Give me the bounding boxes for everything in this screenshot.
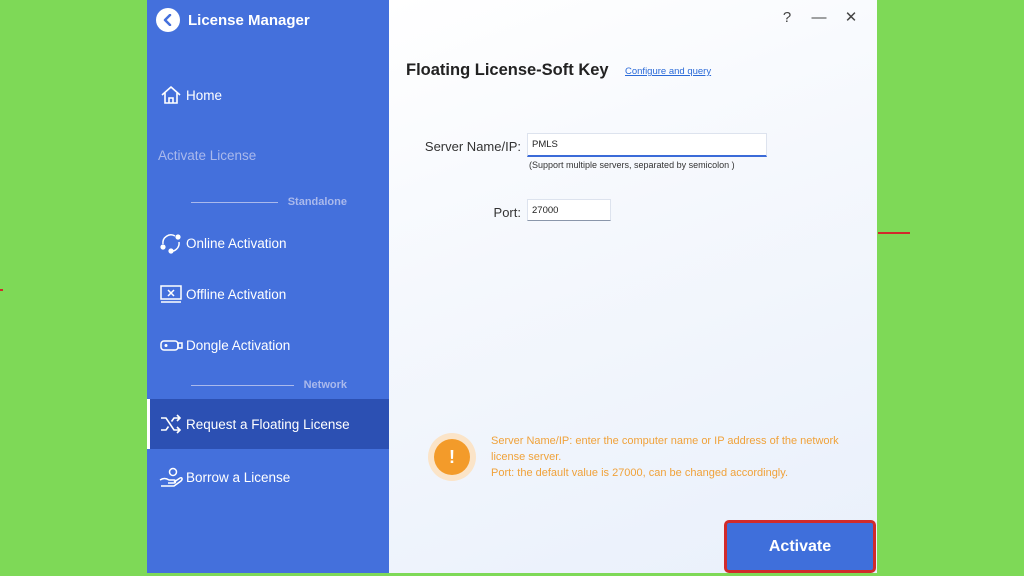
app-title: License Manager	[188, 11, 310, 29]
shuffle-icon	[157, 412, 185, 436]
chevron-left-icon	[163, 14, 172, 26]
port-label: Port:	[493, 205, 521, 220]
sidebar-item-borrow-license[interactable]: Borrow a License	[147, 452, 389, 502]
sidebar-item-dongle-activation[interactable]: Dongle Activation	[147, 320, 389, 370]
sidebar-item-label: Offline Activation	[186, 286, 287, 302]
sidebar-item-label: Request a Floating License	[186, 416, 350, 432]
main-panel: ? — ✕ Floating License-Soft Key Configur…	[389, 0, 877, 573]
sidebar-item-label: Online Activation	[186, 235, 287, 251]
section-label-network: Network	[191, 377, 347, 393]
sidebar-item-label: Dongle Activation	[186, 337, 291, 353]
divider	[191, 201, 278, 203]
port-input[interactable]	[527, 199, 611, 221]
divider	[191, 384, 294, 386]
sidebar-item-label: Home	[186, 87, 223, 103]
server-hint: (Support multiple servers, separated by …	[529, 160, 735, 170]
section-label-text: Network	[303, 379, 347, 391]
sidebar-item-label: Borrow a License	[186, 469, 291, 485]
warning-icon-glyph: !	[434, 439, 470, 475]
annotation-mark-left	[0, 289, 3, 291]
sidebar: License Manager Home Activate License St…	[147, 0, 389, 573]
back-button[interactable]	[156, 8, 180, 32]
section-label-text: Standalone	[287, 196, 347, 208]
license-manager-window: License Manager Home Activate License St…	[147, 0, 877, 573]
help-button[interactable]: ?	[771, 6, 803, 28]
warning-icon: !	[428, 433, 476, 481]
activate-button[interactable]: Activate	[724, 520, 876, 573]
sidebar-item-request-floating-license[interactable]: Request a Floating License	[147, 399, 389, 449]
configure-and-query-link[interactable]: Configure and query	[625, 66, 711, 77]
home-icon	[157, 83, 185, 107]
section-label-standalone: Standalone	[191, 194, 347, 210]
sidebar-item-online-activation[interactable]: Online Activation	[147, 218, 389, 268]
sidebar-item-activate-license: Activate License	[147, 130, 389, 180]
annotation-mark-right	[878, 232, 910, 234]
usb-dongle-icon	[157, 333, 185, 357]
sidebar-item-home[interactable]: Home	[147, 70, 389, 120]
app-header: License Manager	[156, 7, 310, 33]
info-line-port: Port: the default value is 27000, can be…	[491, 467, 788, 479]
page-title: Floating License-Soft Key	[406, 61, 609, 79]
close-button[interactable]: ✕	[835, 6, 867, 28]
network-nodes-icon	[157, 231, 185, 255]
server-name-label: Server Name/IP:	[424, 139, 521, 154]
sidebar-item-offline-activation[interactable]: Offline Activation	[147, 269, 389, 319]
window-controls: ? — ✕	[771, 6, 867, 28]
info-line-server: Server Name/IP: enter the computer name …	[491, 435, 839, 463]
monitor-x-icon	[157, 282, 185, 306]
hand-icon	[157, 465, 185, 489]
sidebar-item-label: Activate License	[158, 147, 257, 163]
minimize-button[interactable]: —	[803, 6, 835, 28]
info-message: Server Name/IP: enter the computer name …	[491, 433, 867, 481]
server-name-input[interactable]	[527, 133, 767, 157]
